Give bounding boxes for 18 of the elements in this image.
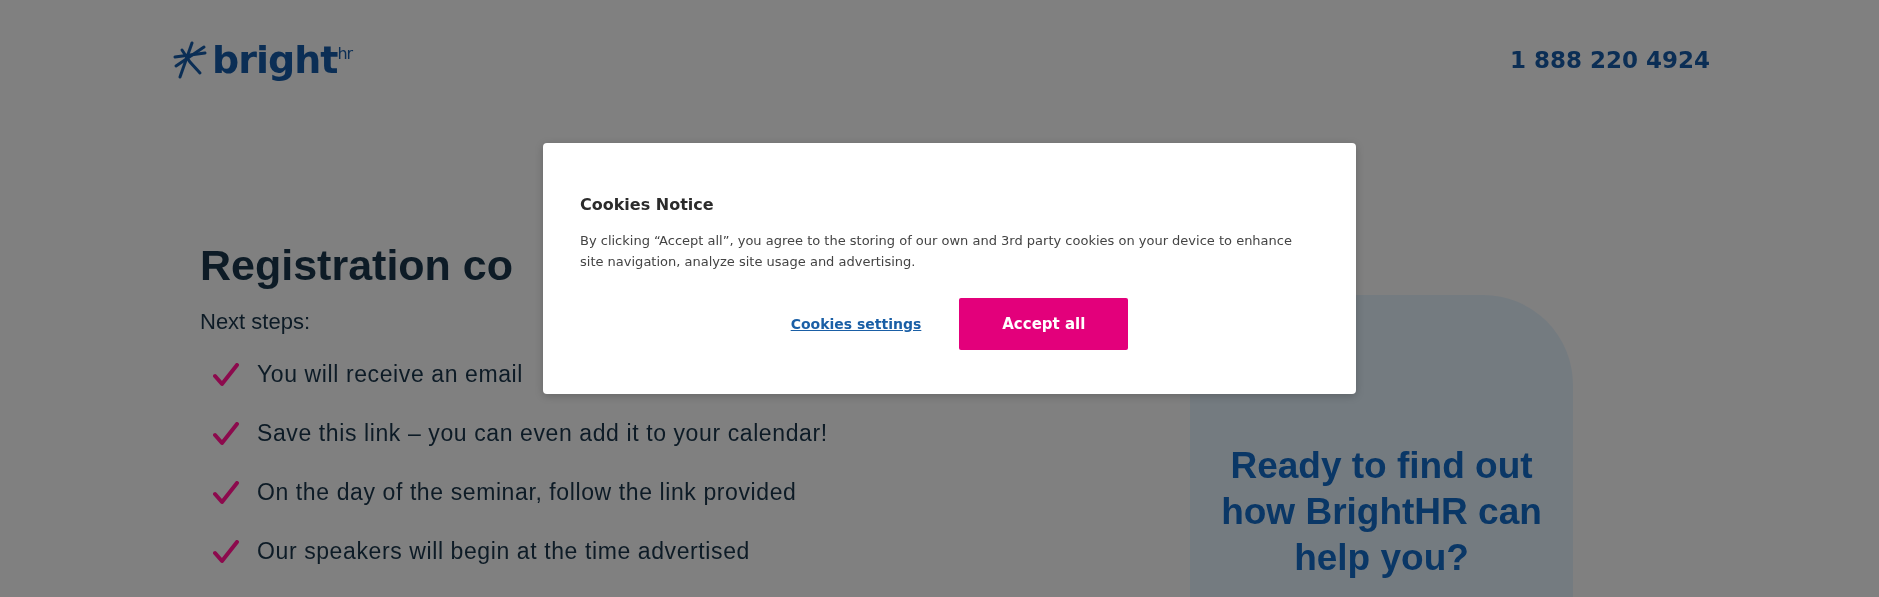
cookies-settings-link[interactable]: Cookies settings bbox=[790, 316, 922, 332]
phone-number: 1 888 220 4924 bbox=[1509, 47, 1710, 73]
logo-text: bright$^{hr}$ bbox=[212, 41, 353, 79]
checkmark-icon bbox=[213, 539, 239, 564]
logo-icon bbox=[172, 40, 208, 80]
next-steps-label: Next steps: bbox=[200, 309, 311, 335]
page-heading: Registration co bbox=[200, 240, 513, 291]
dialog-text: By clicking “Accept all”, you agree to the storing of our own and 3rd party cookies on your device to enhance site navigation, analyze site usage and advertising. bbox=[580, 232, 1293, 271]
dialog-title: Cookies Notice bbox=[580, 195, 715, 214]
checkmark-icon bbox=[213, 480, 239, 505]
checkmark-icon bbox=[213, 421, 239, 446]
step-text: You will receive an email bbox=[257, 361, 523, 388]
step-text: Save this link – you can even add it to your calendar! bbox=[257, 420, 828, 447]
accept-all-button[interactable]: Accept all bbox=[959, 298, 1129, 350]
checkmark-icon bbox=[213, 362, 239, 387]
step-text: On the day of the seminar, follow the link provided bbox=[257, 479, 797, 506]
promo-title: Ready to find out how BrightHR can help you? bbox=[1220, 444, 1543, 580]
step-text: Our speakers will begin at the time advertised bbox=[257, 538, 750, 565]
